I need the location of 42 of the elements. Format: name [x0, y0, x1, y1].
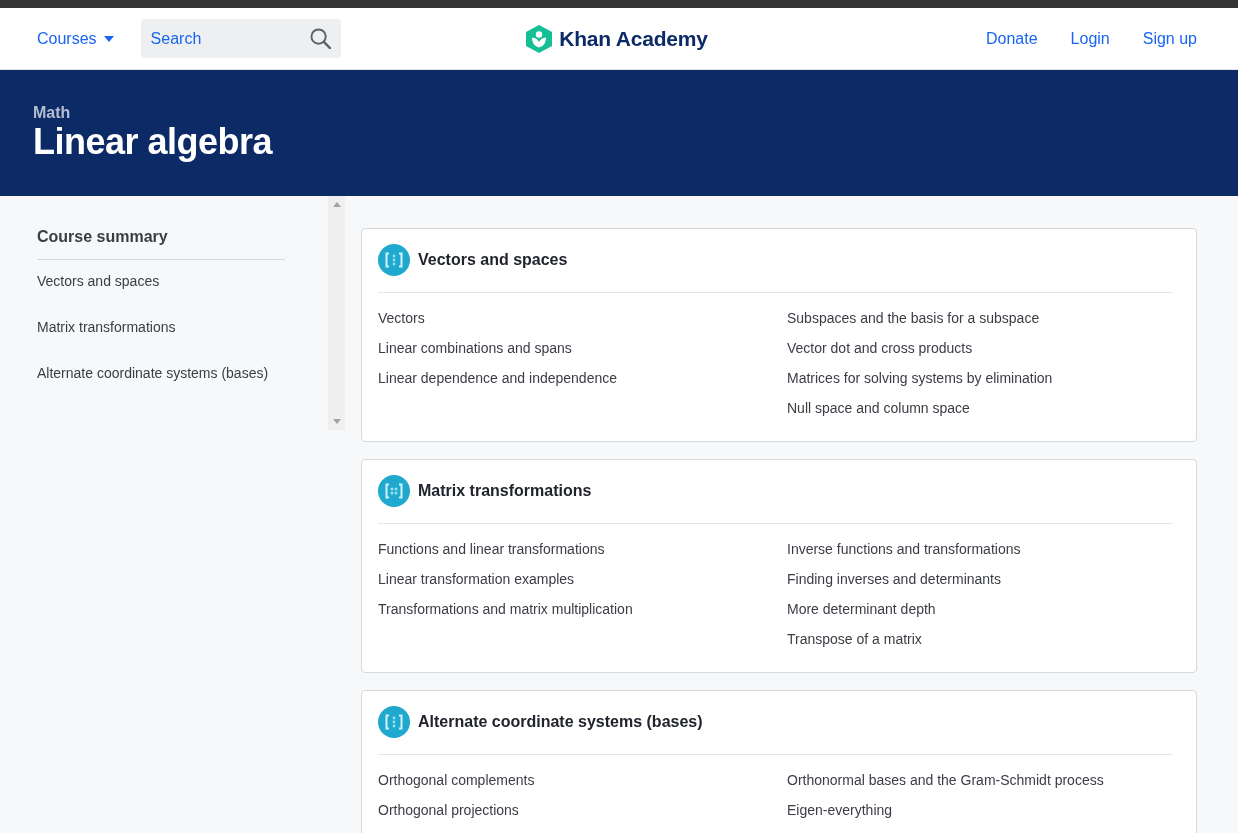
lesson-link[interactable]: More determinant depth: [787, 600, 936, 618]
lesson-link[interactable]: Linear combinations and spans: [378, 339, 572, 357]
page-title: Linear algebra: [33, 120, 273, 164]
lesson-link[interactable]: Inverse functions and transformations: [787, 540, 1021, 558]
lesson-link[interactable]: Vectors: [378, 309, 425, 327]
unit-title-link[interactable]: Alternate coordinate systems (bases): [418, 712, 703, 732]
vector-icon: [378, 244, 410, 276]
logo-icon: [526, 24, 553, 53]
nav-link[interactable]: Sign up: [1142, 28, 1197, 49]
lesson-link[interactable]: Transformations and matrix multiplication: [378, 600, 633, 618]
logo-link[interactable]: Khan Academy: [526, 24, 708, 53]
lesson-link[interactable]: Null space and column space: [787, 399, 970, 417]
lesson-link[interactable]: Orthonormal bases and the Gram-Schmidt process: [787, 771, 1104, 789]
caret-icon: [103, 35, 114, 42]
lesson-link[interactable]: Linear dependence and independence: [378, 369, 617, 387]
subject-label: Math: [33, 103, 71, 123]
scroll-down-icon[interactable]: [332, 419, 341, 424]
lesson-link[interactable]: Transpose of a matrix: [787, 630, 922, 648]
search-icon[interactable]: [309, 28, 331, 49]
courses-button[interactable]: Courses: [37, 28, 114, 49]
scrollbar[interactable]: [328, 196, 345, 430]
sidebar-link[interactable]: Alternate coordinate systems (bases): [37, 364, 269, 382]
lesson-link[interactable]: Finding inverses and determinants: [787, 570, 1001, 588]
nav-link[interactable]: Login: [1070, 28, 1110, 49]
lesson-link[interactable]: Eigen-everything: [787, 801, 893, 819]
nav-link[interactable]: Donate: [986, 28, 1038, 49]
sidebar-link[interactable]: Vectors and spaces: [37, 272, 160, 290]
lesson-link[interactable]: Matrices for solving systems by elimination: [787, 369, 1053, 387]
scroll-up-icon[interactable]: [332, 202, 341, 207]
lesson-link[interactable]: Orthogonal complements: [378, 771, 535, 789]
lesson-link[interactable]: Orthogonal projections: [378, 801, 519, 819]
unit-title-link[interactable]: Matrix transformations: [418, 481, 592, 501]
lesson-link[interactable]: Linear transformation examples: [378, 570, 575, 588]
lesson-link[interactable]: Functions and linear transformations: [378, 540, 605, 558]
unit-title-link[interactable]: Vectors and spaces: [418, 250, 568, 270]
matrix-icon: [378, 475, 410, 507]
search-field[interactable]: Search: [140, 19, 341, 58]
vector-icon: [378, 706, 410, 738]
lesson-link[interactable]: Vector dot and cross products: [787, 339, 973, 357]
lesson-link[interactable]: Subspaces and the basis for a subspace: [787, 309, 1040, 327]
sidebar-title: Course summary: [37, 227, 168, 247]
sidebar-link[interactable]: Matrix transformations: [37, 318, 176, 336]
